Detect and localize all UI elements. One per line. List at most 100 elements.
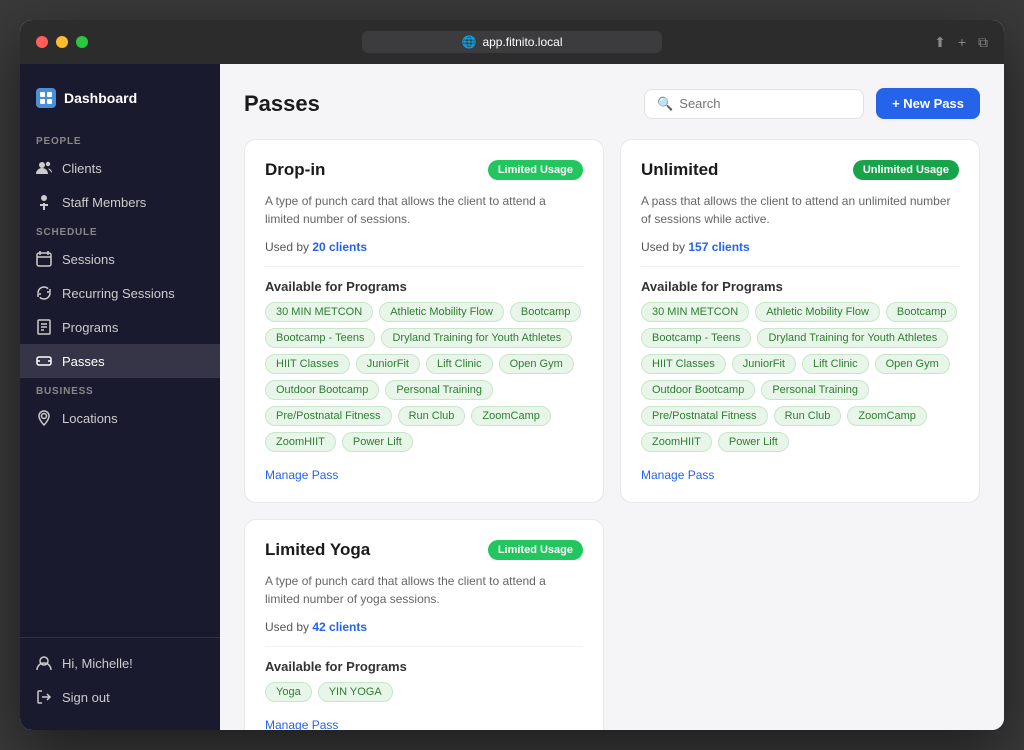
unlimited-title: Unlimited <box>641 160 718 180</box>
tag: 30 MIN METCON <box>265 302 373 322</box>
sessions-icon <box>36 251 52 267</box>
tag: JuniorFit <box>732 354 796 374</box>
url-bar[interactable]: 🌐 app.fitnito.local <box>362 31 662 53</box>
drop-in-manage-link[interactable]: Manage Pass <box>265 468 583 482</box>
page-title: Passes <box>244 91 320 117</box>
user-icon <box>36 655 52 671</box>
tag: ZoomHIIT <box>641 432 712 452</box>
tag: Dryland Training for Youth Athletes <box>381 328 572 348</box>
card-header-drop-in: Drop-in Limited Usage <box>265 160 583 180</box>
unlimited-manage-link[interactable]: Manage Pass <box>641 468 959 482</box>
unlimited-programs: Available for Programs 30 MIN METCON Ath… <box>641 279 959 452</box>
search-bar[interactable]: 🔍 <box>644 89 864 119</box>
tag: Yoga <box>265 682 312 702</box>
passes-label: Passes <box>62 354 105 369</box>
sidebar-item-user[interactable]: Hi, Michelle! <box>20 646 220 680</box>
minimize-button[interactable] <box>56 36 68 48</box>
drop-in-desc: A type of punch card that allows the cli… <box>265 192 583 228</box>
business-section-label: BUSINESS <box>20 378 220 401</box>
sidebar-bottom: Hi, Michelle! Sign out <box>20 637 220 714</box>
sidebar-logo[interactable]: Dashboard <box>20 80 220 128</box>
staff-icon <box>36 194 52 210</box>
new-pass-button[interactable]: + New Pass <box>876 88 980 119</box>
sidebar-item-staff[interactable]: Staff Members <box>20 185 220 219</box>
yoga-programs-title: Available for Programs <box>265 659 583 674</box>
sidebar-item-recurring[interactable]: Recurring Sessions <box>20 276 220 310</box>
titlebar-center: 🌐 app.fitnito.local <box>362 31 662 53</box>
header-right: 🔍 + New Pass <box>644 88 980 119</box>
pass-card-unlimited: Unlimited Unlimited Usage A pass that al… <box>620 139 980 503</box>
dashboard-label: Dashboard <box>64 90 137 106</box>
yoga-manage-link[interactable]: Manage Pass <box>265 718 583 730</box>
drop-in-tags: 30 MIN METCON Athletic Mobility Flow Boo… <box>265 302 583 452</box>
tag: ZoomCamp <box>847 406 926 426</box>
app-body: Dashboard PEOPLE Clients Staff Members S… <box>20 64 1004 730</box>
user-greeting: Hi, Michelle! <box>62 656 133 671</box>
tag: Athletic Mobility Flow <box>755 302 880 322</box>
traffic-lights <box>36 36 88 48</box>
unlimited-divider <box>641 266 959 267</box>
tag: Pre/Postnatal Fitness <box>641 406 768 426</box>
tag: Bootcamp - Teens <box>265 328 375 348</box>
tag: JuniorFit <box>356 354 420 374</box>
tag: HIIT Classes <box>265 354 350 374</box>
recurring-icon <box>36 285 52 301</box>
clients-label: Clients <box>62 161 102 176</box>
sidebar: Dashboard PEOPLE Clients Staff Members S… <box>20 64 220 730</box>
tag: Open Gym <box>499 354 574 374</box>
main-content: Passes 🔍 + New Pass Drop-in Limited Usag… <box>220 64 1004 730</box>
tag: Power Lift <box>718 432 789 452</box>
tag: Power Lift <box>342 432 413 452</box>
drop-in-programs: Available for Programs 30 MIN METCON Ath… <box>265 279 583 452</box>
clients-icon <box>36 160 52 176</box>
yoga-desc: A type of punch card that allows the cli… <box>265 572 583 608</box>
programs-icon <box>36 319 52 335</box>
schedule-section-label: SCHEDULE <box>20 219 220 242</box>
new-tab-icon[interactable]: + <box>958 34 966 50</box>
yoga-divider <box>265 646 583 647</box>
titlebar: 🌐 app.fitnito.local ⬆ + ⧉ <box>20 20 1004 64</box>
tag: Bootcamp <box>886 302 958 322</box>
card-header-yoga: Limited Yoga Limited Usage <box>265 540 583 560</box>
sidebar-item-signout[interactable]: Sign out <box>20 680 220 714</box>
recurring-label: Recurring Sessions <box>62 286 175 301</box>
yoga-programs: Available for Programs Yoga YIN YOGA <box>265 659 583 702</box>
pass-card-limited-yoga: Limited Yoga Limited Usage A type of pun… <box>244 519 604 730</box>
sidebar-item-clients[interactable]: Clients <box>20 151 220 185</box>
drop-in-programs-title: Available for Programs <box>265 279 583 294</box>
yoga-badge: Limited Usage <box>488 540 583 560</box>
tag: Run Club <box>774 406 842 426</box>
tag: Bootcamp <box>510 302 582 322</box>
yoga-used-by: Used by 42 clients <box>265 620 583 634</box>
signout-label: Sign out <box>62 690 110 705</box>
locations-label: Locations <box>62 411 118 426</box>
staff-label: Staff Members <box>62 195 146 210</box>
programs-label: Programs <box>62 320 118 335</box>
sidebar-item-programs[interactable]: Programs <box>20 310 220 344</box>
logo-icon <box>36 88 56 108</box>
passes-icon <box>36 353 52 369</box>
sidebar-spacer <box>20 435 220 637</box>
titlebar-right: ⬆ + ⧉ <box>934 34 988 51</box>
sidebar-item-locations[interactable]: Locations <box>20 401 220 435</box>
tag: HIIT Classes <box>641 354 726 374</box>
search-input[interactable] <box>679 96 851 111</box>
tabs-icon[interactable]: ⧉ <box>978 34 988 51</box>
sidebar-item-passes[interactable]: Passes <box>20 344 220 378</box>
passes-grid: Drop-in Limited Usage A type of punch ca… <box>244 139 980 730</box>
locations-icon <box>36 410 52 426</box>
unlimited-client-count[interactable]: 157 clients <box>688 240 749 254</box>
page-header: Passes 🔍 + New Pass <box>244 88 980 119</box>
unlimited-programs-title: Available for Programs <box>641 279 959 294</box>
tag: Outdoor Bootcamp <box>641 380 755 400</box>
yoga-client-count[interactable]: 42 clients <box>312 620 367 634</box>
tag: Personal Training <box>385 380 493 400</box>
close-button[interactable] <box>36 36 48 48</box>
tag: YIN YOGA <box>318 682 393 702</box>
drop-in-client-count[interactable]: 20 clients <box>312 240 367 254</box>
maximize-button[interactable] <box>76 36 88 48</box>
share-icon[interactable]: ⬆ <box>934 34 946 51</box>
tag: ZoomCamp <box>471 406 550 426</box>
sidebar-item-sessions[interactable]: Sessions <box>20 242 220 276</box>
unlimited-desc: A pass that allows the client to attend … <box>641 192 959 228</box>
